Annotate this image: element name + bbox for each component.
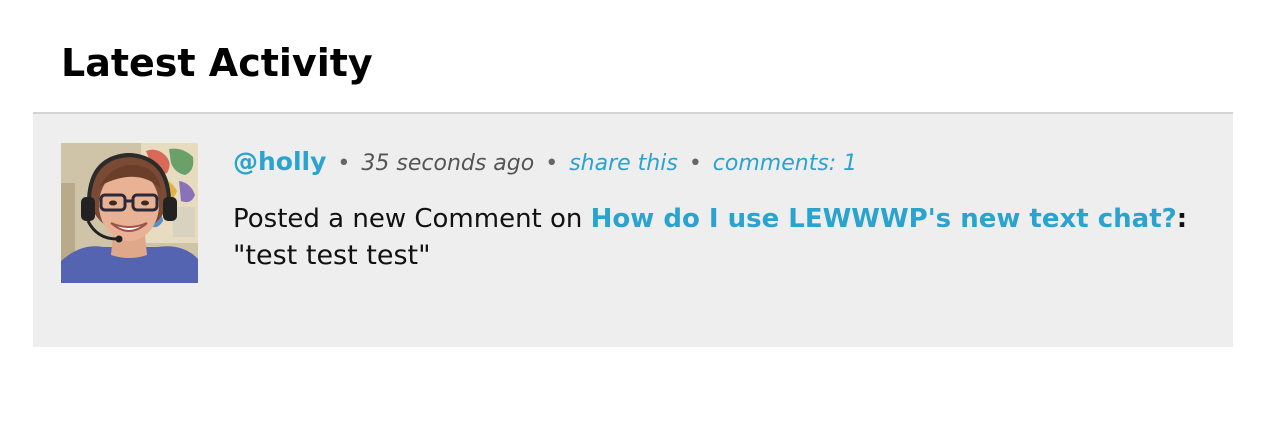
username-link[interactable]: @holly — [233, 147, 326, 176]
activity-entry: @holly • 35 seconds ago • share this • c… — [233, 144, 1213, 275]
share-link[interactable]: share this — [569, 151, 678, 176]
activity-item: @holly • 35 seconds ago • share this • c… — [33, 112, 1233, 347]
comment-quote: "test test test" — [233, 240, 431, 271]
meta-separator: • — [337, 151, 351, 176]
colon: : — [1176, 204, 1188, 234]
post-title-link[interactable]: How do I use LEWWWP's new text chat? — [591, 204, 1177, 234]
activity-body: Posted a new Comment on How do I use LEW… — [233, 201, 1213, 275]
timestamp: 35 seconds ago — [361, 151, 535, 176]
comments-link[interactable]: comments: 1 — [713, 151, 857, 176]
activity-meta: @holly • 35 seconds ago • share this • c… — [233, 144, 1213, 182]
action-text: Posted a new Comment on — [233, 204, 591, 234]
section-title: Latest Activity — [61, 41, 373, 85]
meta-separator: • — [545, 151, 559, 176]
user-avatar[interactable] — [61, 143, 198, 283]
meta-separator: • — [688, 151, 702, 176]
